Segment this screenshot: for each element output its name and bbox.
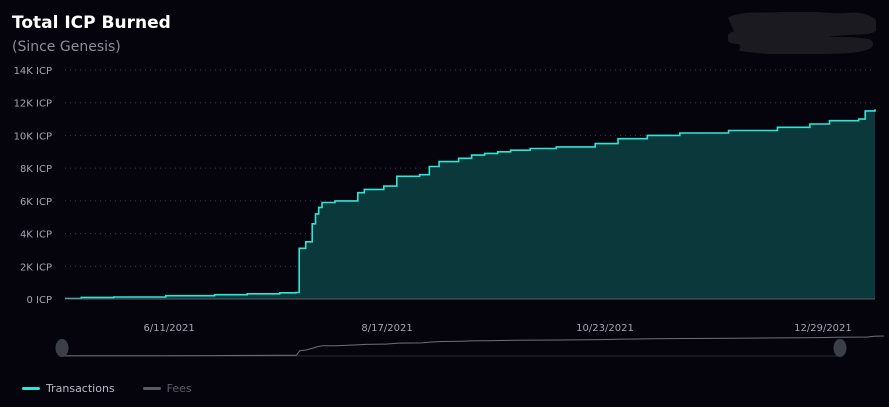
x-tick-label: 6/11/2021 <box>143 323 194 334</box>
series-layer <box>65 109 876 300</box>
x-axis-ticks: 6/11/2021 8/17/2021 10/23/2021 12/29/2021 <box>143 323 851 334</box>
y-tick-label: 0 ICP <box>26 295 52 306</box>
navigator-series-line <box>61 335 885 357</box>
range-navigator[interactable] <box>55 335 885 357</box>
y-tick-label: 2K ICP <box>20 262 52 273</box>
y-tick-label: 4K ICP <box>20 230 52 241</box>
legend-swatch-fees <box>142 386 161 390</box>
y-tick-label: 12K ICP <box>14 99 52 110</box>
legend-swatch-transactions <box>22 386 40 390</box>
y-tick-label: 6K ICP <box>20 197 52 208</box>
burn-area-chart: 0 ICP 2K ICP 4K ICP 6K ICP 8K ICP 10K ICP 12K … <box>14 66 885 357</box>
legend-label-fees: Fees <box>166 381 192 395</box>
y-tick-label: 8K ICP <box>20 164 52 175</box>
y-axis-ticks: 0 ICP 2K ICP 4K ICP 6K ICP 8K ICP 10K ICP 12K … <box>14 66 52 306</box>
legend-item-transactions[interactable]: Transactions <box>22 382 115 395</box>
transactions-area <box>65 109 875 299</box>
legend: Transactions Fees <box>22 380 220 396</box>
y-tick-label: 10K ICP <box>14 131 52 142</box>
x-tick-label: 12/29/2021 <box>794 323 852 334</box>
navigator-right-handle[interactable] <box>833 339 847 357</box>
x-tick-label: 10/23/2021 <box>576 323 634 334</box>
y-tick-label: 14K ICP <box>14 66 52 77</box>
x-tick-label: 8/17/2021 <box>361 323 412 334</box>
navigator-left-handle[interactable] <box>55 339 69 357</box>
legend-item-fees[interactable]: Fees <box>142 381 192 395</box>
legend-label-transactions: Transactions <box>46 381 115 395</box>
